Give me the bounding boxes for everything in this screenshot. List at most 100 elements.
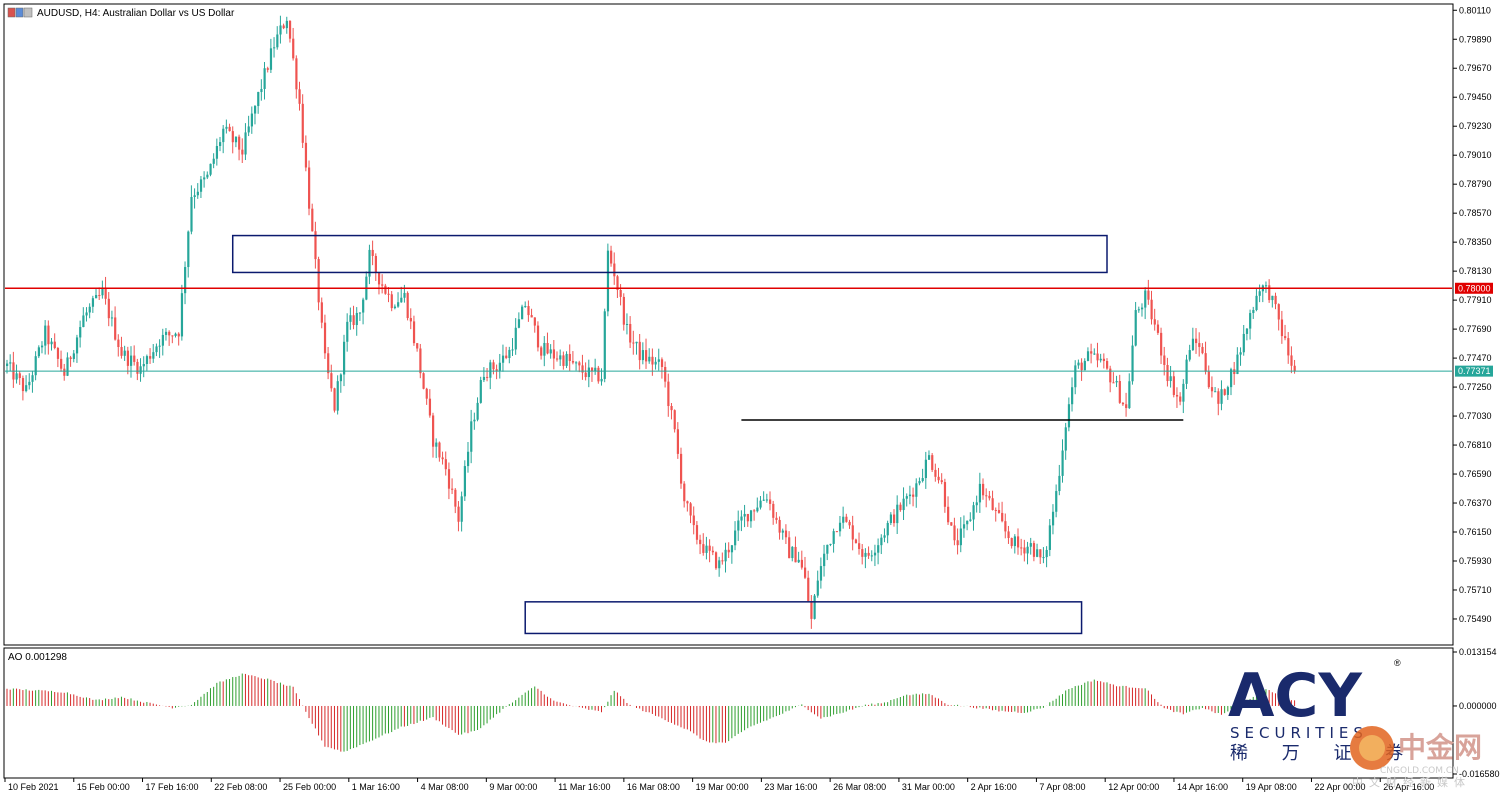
- candle-body: [308, 167, 311, 209]
- candle-body: [1029, 543, 1032, 547]
- candle-body: [619, 289, 622, 297]
- candle-body: [1271, 295, 1274, 301]
- candle-body: [358, 312, 362, 314]
- candle-body: [686, 501, 689, 504]
- candle-body: [387, 293, 390, 295]
- candle-body: [800, 559, 804, 568]
- candle-body: [406, 292, 409, 319]
- candle-body: [1223, 389, 1226, 395]
- candle-body: [791, 546, 794, 559]
- candle-body: [282, 25, 285, 29]
- candle-body: [988, 495, 991, 499]
- candle-body: [377, 272, 381, 285]
- candle-body: [374, 255, 377, 273]
- candle-body: [1051, 511, 1055, 526]
- candle-body: [269, 48, 273, 70]
- watermark-cn-sub: 中文财经新媒体: [1352, 775, 1471, 789]
- price-tick-label: 0.78790: [1459, 179, 1492, 189]
- candle-body: [934, 469, 937, 477]
- candle-body: [352, 315, 355, 326]
- candle-body: [1274, 295, 1277, 305]
- candle-body: [432, 415, 435, 447]
- candle-body: [568, 353, 571, 361]
- candle-body: [521, 306, 524, 320]
- candle-body: [1115, 381, 1118, 383]
- candle-body: [759, 500, 762, 508]
- candle-body: [832, 531, 835, 544]
- time-tick-label: 15 Feb 00:00: [77, 782, 130, 792]
- candle-body: [114, 317, 117, 340]
- candle-body: [835, 531, 838, 533]
- logo-tagline: SECURITIES: [1230, 724, 1368, 742]
- candle-body: [1160, 332, 1163, 356]
- candle-body: [931, 455, 934, 470]
- candle-body: [393, 306, 397, 309]
- candle-body: [629, 323, 632, 343]
- price-tick-label: 0.78570: [1459, 208, 1492, 218]
- time-tick-label: 23 Mar 16:00: [764, 782, 817, 792]
- candle-body: [1287, 338, 1290, 356]
- candle-body: [638, 341, 641, 361]
- candle-body: [422, 373, 425, 389]
- candle-body: [1061, 450, 1064, 476]
- candle-body: [196, 191, 199, 196]
- candle-body: [82, 315, 85, 328]
- candle-body: [645, 350, 648, 362]
- candle-body: [390, 294, 393, 309]
- candle-body: [524, 306, 527, 308]
- candle-body: [695, 525, 699, 540]
- candle-body: [966, 520, 969, 525]
- time-tick-label: 2 Apr 16:00: [971, 782, 1017, 792]
- candle-body: [412, 321, 416, 344]
- candle-body: [1220, 389, 1223, 404]
- candle-body: [1023, 547, 1026, 554]
- candle-body: [810, 601, 813, 619]
- candle-body: [40, 345, 44, 348]
- candle-body: [1172, 376, 1175, 395]
- candle-body: [699, 539, 702, 545]
- candle-body: [956, 540, 959, 546]
- candle-body: [826, 544, 829, 554]
- candle-body: [110, 317, 114, 319]
- candle-body: [85, 312, 88, 316]
- price-tick-label: 0.75490: [1459, 614, 1492, 624]
- candle-body: [75, 337, 79, 354]
- candle-body: [88, 306, 91, 313]
- candle-body: [575, 362, 578, 364]
- candle-body: [1150, 299, 1153, 320]
- candle-body: [807, 577, 810, 602]
- candle-body: [384, 285, 387, 294]
- candle-body: [451, 488, 454, 490]
- candle-body: [664, 366, 667, 382]
- price-tick-label: 0.77030: [1459, 411, 1492, 421]
- resistance-price-tag: 0.78000: [1455, 282, 1493, 294]
- ao-tick-label: 0.013154: [1459, 647, 1497, 657]
- candle-body: [1090, 351, 1093, 354]
- candle-body: [756, 507, 759, 512]
- candle-body: [565, 353, 568, 366]
- price-tick-label: 0.77910: [1459, 295, 1492, 305]
- candle-body: [641, 350, 645, 361]
- candle-body: [1042, 557, 1045, 559]
- candle-body: [152, 352, 155, 359]
- candle-body: [676, 429, 680, 454]
- candle-body: [222, 128, 225, 143]
- candle-body: [997, 510, 1001, 513]
- candle-body: [527, 306, 530, 316]
- candle-body: [823, 553, 826, 567]
- candle-body: [498, 362, 501, 371]
- candle-body: [660, 359, 664, 367]
- candle-body: [959, 528, 962, 546]
- candle-body: [473, 419, 476, 422]
- candle-body: [161, 334, 164, 346]
- candle-body: [479, 380, 482, 403]
- candle-body: [1106, 361, 1109, 369]
- candle-body: [536, 325, 540, 348]
- candle-body: [66, 357, 69, 376]
- candle-body: [149, 356, 152, 359]
- candle-body: [803, 567, 807, 578]
- time-tick-label: 11 Mar 16:00: [558, 782, 610, 792]
- candle-body: [174, 333, 177, 336]
- candle-body: [1016, 536, 1020, 548]
- candle-body: [867, 552, 870, 556]
